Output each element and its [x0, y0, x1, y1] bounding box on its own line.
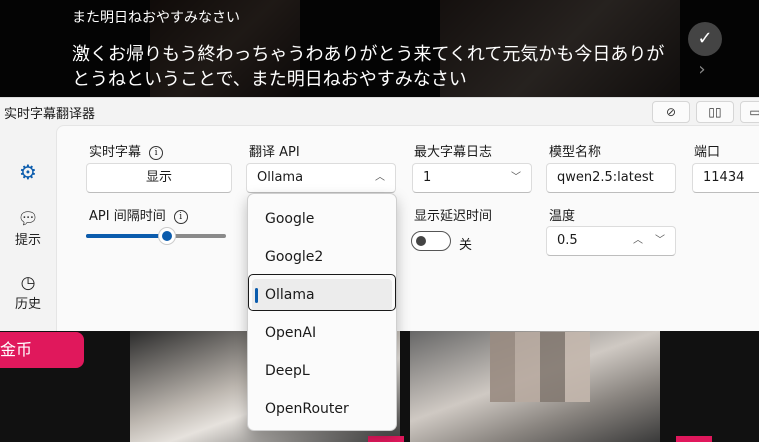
pin-icon[interactable]: ⊘: [652, 101, 690, 123]
sidebar-item-hints[interactable]: 💬︎ 提示: [0, 209, 56, 248]
temperature-label: 温度: [549, 209, 576, 224]
dropdown-option-openai[interactable]: OpenAI: [252, 317, 392, 349]
current-subtitle: 激くお帰りもう終わっちゃうわありがとう来てくれて元気かも今日ありがとうねというこ…: [72, 44, 665, 90]
sidebar: ⚙ 💬︎ 提示 ◷ 历史: [0, 125, 56, 331]
gear-icon: ⚙: [19, 160, 37, 184]
sidebar-item-label: 提示: [14, 233, 41, 248]
dropdown-option-google2[interactable]: Google2: [252, 241, 392, 273]
dropdown-option-openrouter[interactable]: OpenRouter: [252, 393, 392, 425]
mosaic-censored-area: [490, 332, 590, 402]
coin-button[interactable]: 金币: [0, 332, 84, 368]
max-log-value: 1: [423, 170, 432, 185]
show-subtitle-button[interactable]: 显示: [86, 163, 232, 193]
max-log-label: 最大字幕日志: [414, 145, 493, 160]
chevron-down-icon: ﹀: [511, 172, 521, 183]
dropdown-option-ollama[interactable]: Ollama: [252, 279, 392, 311]
translate-api-value: Ollama: [257, 170, 304, 185]
toggle-knob: [416, 236, 426, 246]
slider-fill: [86, 234, 168, 238]
show-delay-label: 显示延迟时间: [414, 209, 493, 224]
live-tag: [368, 436, 404, 442]
window-icon[interactable]: ▭: [740, 101, 759, 123]
temperature-input[interactable]: 0.5 ︿ ﹀: [546, 226, 676, 256]
translate-api-label: 翻译 API: [249, 145, 300, 160]
show-delay-state: 关: [459, 238, 473, 253]
port-label: 端口: [694, 145, 721, 160]
subtitle-overlay: また明日ねおやすみなさい 激くお帰りもう終わっちゃうわありがとう来てくれて元気か…: [0, 0, 759, 97]
chevron-up-icon: ︿: [375, 172, 385, 183]
window-title: 实时字幕翻译器: [4, 107, 96, 122]
sidebar-item-settings[interactable]: ⚙: [0, 160, 56, 200]
api-interval-label: API 间隔时间 i: [89, 205, 188, 224]
port-input[interactable]: 11434: [692, 163, 759, 193]
sidebar-item-label: 历史: [14, 297, 41, 312]
chevron-right-icon[interactable]: ›: [688, 56, 716, 84]
info-icon[interactable]: i: [173, 210, 188, 224]
previous-subtitle: また明日ねおやすみなさい: [72, 10, 240, 26]
history-clock-icon: ◷: [20, 273, 36, 293]
model-name-label: 模型名称: [549, 145, 602, 160]
chat-bubble-icon: 💬︎: [17, 209, 39, 229]
api-interval-slider[interactable]: [86, 227, 226, 245]
dropdown-option-deepl[interactable]: DeepL: [252, 355, 392, 387]
model-name-input[interactable]: qwen2.5:latest: [546, 163, 676, 193]
title-bar: 实时字幕翻译器 ⊘ ▯▯ ▭: [0, 98, 759, 125]
chevron-up-icon[interactable]: ︿: [633, 227, 643, 255]
live-subtitle-label: 实时字幕 i: [89, 141, 164, 160]
checkmark-icon[interactable]: ✓: [688, 22, 722, 56]
temperature-value: 0.5: [557, 233, 578, 248]
coin-button-label: 金币: [0, 340, 33, 359]
max-log-select[interactable]: 1 ﹀: [412, 163, 532, 193]
show-delay-toggle[interactable]: [411, 231, 451, 251]
sidebar-item-history[interactable]: ◷ 历史: [0, 273, 56, 312]
dropdown-option-google[interactable]: Google: [252, 203, 392, 235]
translate-api-dropdown: Google Google2 Ollama OpenAI DeepL OpenR…: [247, 193, 397, 431]
split-view-icon[interactable]: ▯▯: [696, 101, 734, 123]
info-icon[interactable]: i: [149, 146, 164, 160]
translate-api-select[interactable]: Ollama ︿: [246, 163, 396, 193]
chevron-down-icon[interactable]: ﹀: [655, 227, 665, 255]
live-tag: [676, 436, 712, 442]
